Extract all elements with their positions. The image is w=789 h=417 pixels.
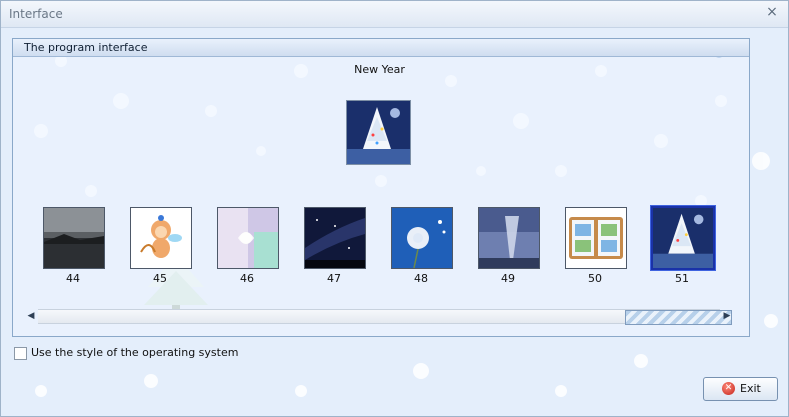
use-os-style-label: Use the style of the operating system [31,346,239,359]
theme-label: 51 [675,272,689,285]
theme-label: 47 [327,272,341,285]
scroll-right-arrow-icon[interactable]: ▶ [720,308,734,324]
interface-dialog: Interface × The program interface New Ye… [0,0,789,417]
theme-thumbnail-51[interactable] [651,206,715,270]
exit-button[interactable]: ✕ Exit [703,377,778,401]
theme-thumbnail-44[interactable] [43,207,105,269]
theme-label: 48 [414,272,428,285]
theme-thumbnail-45[interactable] [130,207,192,269]
theme-label: 44 [66,272,80,285]
horizontal-scrollbar[interactable]: ◀ ▶ [24,308,734,325]
close-icon[interactable]: × [765,5,779,19]
theme-thumbnail-46[interactable] [217,207,279,269]
use-os-style-checkbox[interactable] [14,347,27,360]
theme-preview-image [346,100,411,165]
theme-label: 49 [501,272,515,285]
scroll-left-arrow-icon[interactable]: ◀ [24,308,38,324]
scrollbar-track[interactable] [38,309,732,325]
exit-button-label: Exit [740,382,761,395]
theme-thumbnail-50[interactable] [565,207,627,269]
theme-thumbnail-48[interactable] [391,207,453,269]
panel-title: The program interface [24,41,148,54]
interface-panel: The program interface [12,38,750,337]
exit-icon: ✕ [722,382,735,395]
panel-header: The program interface [13,39,749,57]
theme-thumbnail-47[interactable] [304,207,366,269]
theme-label: 50 [588,272,602,285]
scrollbar-thumb[interactable] [625,310,732,325]
title-bar: Interface × [1,1,788,28]
theme-thumbnail-49[interactable] [478,207,540,269]
window-title: Interface [9,7,63,21]
theme-label: 46 [240,272,254,285]
theme-label: 45 [153,272,167,285]
selected-theme-name: New Year [354,63,405,76]
